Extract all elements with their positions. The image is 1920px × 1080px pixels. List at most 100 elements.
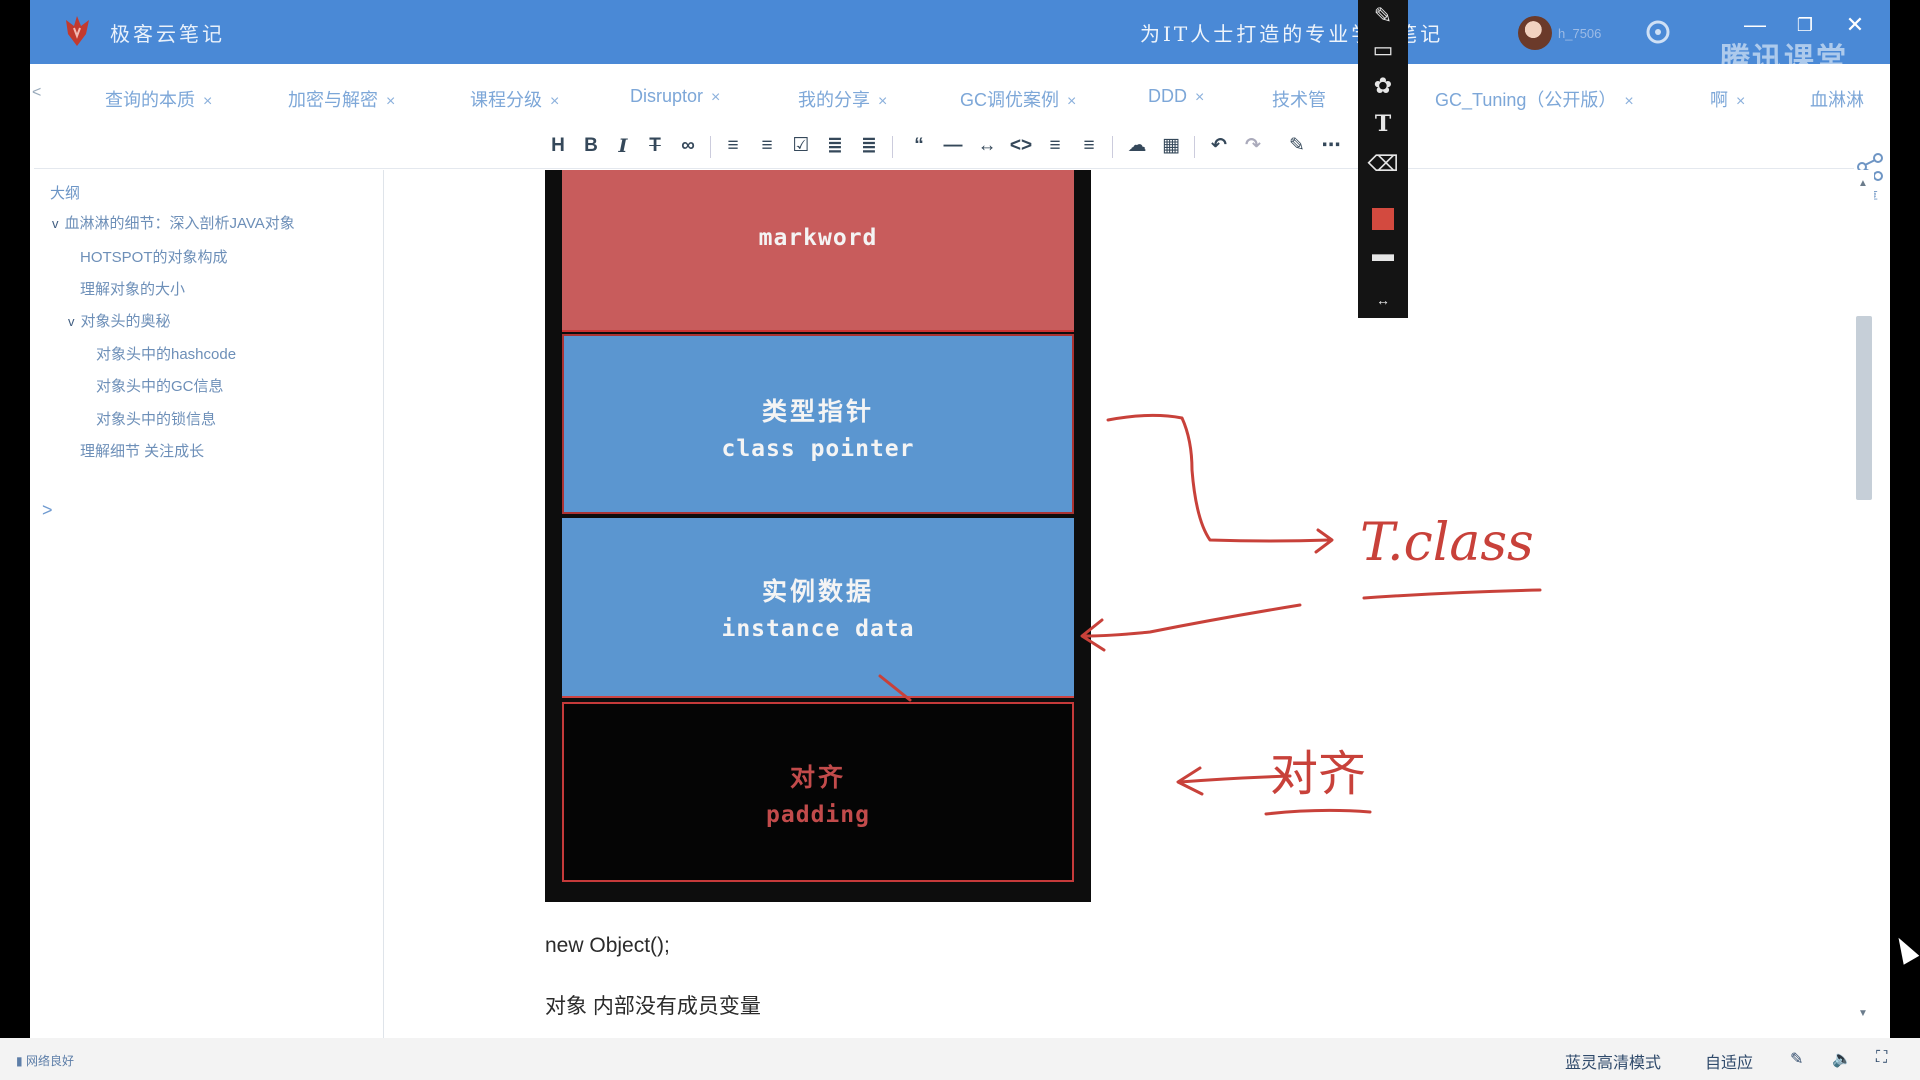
outline-item[interactable]: v 对象头的奥秘: [68, 310, 171, 331]
tab[interactable]: DDD ×: [1148, 86, 1204, 110]
sync-icon[interactable]: [1644, 18, 1672, 46]
class-pointer-en-label: class pointer: [721, 436, 915, 462]
tab-label: GC调优案例: [960, 90, 1059, 110]
tab[interactable]: GC_Tuning（公开版） ×: [1435, 86, 1634, 110]
outline-item-label: 对象头中的GC信息: [96, 378, 224, 395]
outline-item[interactable]: v 血淋淋的细节：深入剖析JAVA对象: [52, 212, 295, 233]
cloud-upload-icon[interactable]: ☁: [1124, 132, 1150, 160]
tab-label: 课程分级: [470, 90, 542, 110]
tab-active[interactable]: 血淋淋: [1810, 86, 1872, 110]
outline-item[interactable]: 对象头中的GC信息: [96, 375, 224, 396]
chevron-down-icon[interactable]: v: [68, 314, 75, 329]
class-pointer-zh-label: 类型指针: [761, 397, 874, 426]
tab-close-icon[interactable]: ×: [1195, 89, 1204, 106]
fit-button[interactable]: 自适应: [1705, 1049, 1753, 1073]
tab-label: 加密与解密: [288, 90, 378, 110]
drawing-toolbar: ✎ ▭ ✿ T ⌫ ▬ ↔: [1358, 0, 1408, 318]
checkbox-icon[interactable]: ☑: [788, 132, 814, 160]
heading-icon[interactable]: H: [545, 132, 571, 160]
tab[interactable]: 啊 ×: [1710, 86, 1745, 110]
eraser-tool-icon[interactable]: ⌫: [1367, 148, 1399, 180]
tab-close-icon[interactable]: ×: [550, 93, 559, 110]
quote-icon[interactable]: “: [906, 132, 932, 160]
scroll-thumb[interactable]: [1856, 316, 1872, 500]
collapse-toolbar-icon[interactable]: ↔: [1367, 284, 1399, 316]
tab-label: 啊: [1710, 90, 1728, 110]
outline-item[interactable]: 理解细节 关注成长: [80, 440, 204, 461]
align-icon[interactable]: ≡: [1076, 132, 1102, 160]
more-icon[interactable]: ⋯: [1318, 132, 1344, 160]
tab-label: GC_Tuning（公开版）: [1435, 90, 1617, 110]
bold-icon[interactable]: B: [578, 132, 604, 160]
italic-icon[interactable]: I: [610, 132, 636, 160]
volume-icon[interactable]: 🔈: [1832, 1049, 1852, 1069]
redo-icon[interactable]: ↷: [1240, 132, 1266, 160]
tab[interactable]: 加密与解密 ×: [288, 86, 395, 110]
horizontal-rule-icon[interactable]: —: [940, 132, 966, 160]
pen-icon[interactable]: ✎: [1790, 1049, 1803, 1069]
tab[interactable]: 查询的本质 ×: [105, 86, 212, 110]
outline-item-label: 理解细节 关注成长: [80, 443, 205, 460]
tab[interactable]: 课程分级 ×: [470, 86, 559, 110]
strikethrough-icon[interactable]: T: [642, 132, 668, 160]
scroll-up-icon[interactable]: ▲: [1858, 178, 1868, 189]
link-icon[interactable]: ∞: [675, 132, 701, 160]
outline-item[interactable]: HOTSPOT的对象构成: [80, 246, 228, 267]
instance-data-block: 实例数据 instance data: [562, 518, 1074, 698]
tab-close-icon[interactable]: ×: [878, 93, 887, 110]
outdent-icon[interactable]: ≣: [856, 132, 882, 160]
tab[interactable]: Disruptor ×: [630, 86, 720, 110]
chevron-right-icon[interactable]: >: [42, 500, 53, 521]
undo-icon[interactable]: ↶: [1206, 132, 1232, 160]
app-title: 极客云笔记: [110, 22, 225, 46]
bullet-list-icon[interactable]: ≡: [720, 132, 746, 160]
app-logo-icon: [66, 16, 89, 46]
indent-icon[interactable]: ≣: [822, 132, 848, 160]
tab-bar: < 查询的本质 × 加密与解密 × 课程分级 × Disruptor × 我的分享 × G…: [30, 64, 1890, 126]
tab-close-icon[interactable]: ×: [386, 93, 395, 110]
color-picker[interactable]: [1367, 202, 1399, 234]
tab[interactable]: 我的分享 ×: [798, 86, 887, 110]
outline-item[interactable]: 理解对象的大小: [80, 278, 185, 299]
toolbar-divider: [1112, 136, 1113, 158]
tab-close-icon[interactable]: ×: [711, 89, 720, 106]
fullscreen-icon[interactable]: ⛶: [1876, 1049, 1887, 1067]
scroll-down-icon[interactable]: ▼: [1858, 1008, 1868, 1019]
outline-item-label: 对象头中的锁信息: [96, 411, 217, 428]
quality-button[interactable]: 蓝灵高清模式: [1565, 1049, 1661, 1073]
text-tool-icon[interactable]: T: [1367, 108, 1399, 140]
pen-icon[interactable]: ✎: [1284, 132, 1310, 160]
outline-item[interactable]: 对象头中的hashcode: [96, 343, 236, 364]
tabs-scroll-left-icon[interactable]: <: [32, 84, 41, 102]
username[interactable]: h_7506: [1558, 26, 1601, 41]
title-bar: 极客云笔记 为IT人士打造的专业学习笔记 h_7506 — ❐ ✕ 腾讯课堂: [30, 0, 1890, 76]
paragraph-text[interactable]: 对象 内部没有成员变量: [545, 990, 761, 1020]
outline-title: 大纲: [50, 185, 81, 202]
toolbar-divider: [892, 136, 893, 158]
table-icon[interactable]: ▦: [1158, 132, 1184, 160]
markword-label: markword: [758, 225, 878, 251]
tab[interactable]: 技术管: [1272, 86, 1334, 110]
code-block-icon[interactable]: ≡: [1042, 132, 1068, 160]
vertical-scrollbar[interactable]: ▲ ▼: [1852, 170, 1874, 1030]
numbered-list-icon[interactable]: ≡: [754, 132, 780, 160]
tab[interactable]: GC调优案例 ×: [960, 86, 1076, 110]
tab-close-icon[interactable]: ×: [1736, 93, 1745, 110]
shapes-tool-icon[interactable]: ✿: [1367, 70, 1399, 102]
code-text[interactable]: new Object();: [545, 934, 670, 958]
outline-item[interactable]: 对象头中的锁信息: [96, 408, 216, 429]
toolbar-divider: [710, 136, 711, 158]
rectangle-tool-icon[interactable]: ▭: [1367, 34, 1399, 66]
user-avatar[interactable]: [1518, 16, 1552, 50]
code-icon[interactable]: <>: [1008, 132, 1034, 160]
markword-block: markword: [562, 170, 1074, 332]
pen-tool-icon[interactable]: ✎: [1367, 0, 1399, 32]
outline-item-label: 对象头的奥秘: [80, 313, 171, 330]
chevron-down-icon[interactable]: v: [52, 216, 59, 231]
tab-close-icon[interactable]: ×: [1624, 93, 1633, 110]
tab-label: 血淋淋: [1810, 90, 1864, 110]
tab-close-icon[interactable]: ×: [203, 93, 212, 110]
tab-close-icon[interactable]: ×: [1067, 93, 1076, 110]
line-width-icon[interactable]: ▬: [1367, 238, 1399, 270]
expand-icon[interactable]: ↔: [974, 132, 1000, 160]
